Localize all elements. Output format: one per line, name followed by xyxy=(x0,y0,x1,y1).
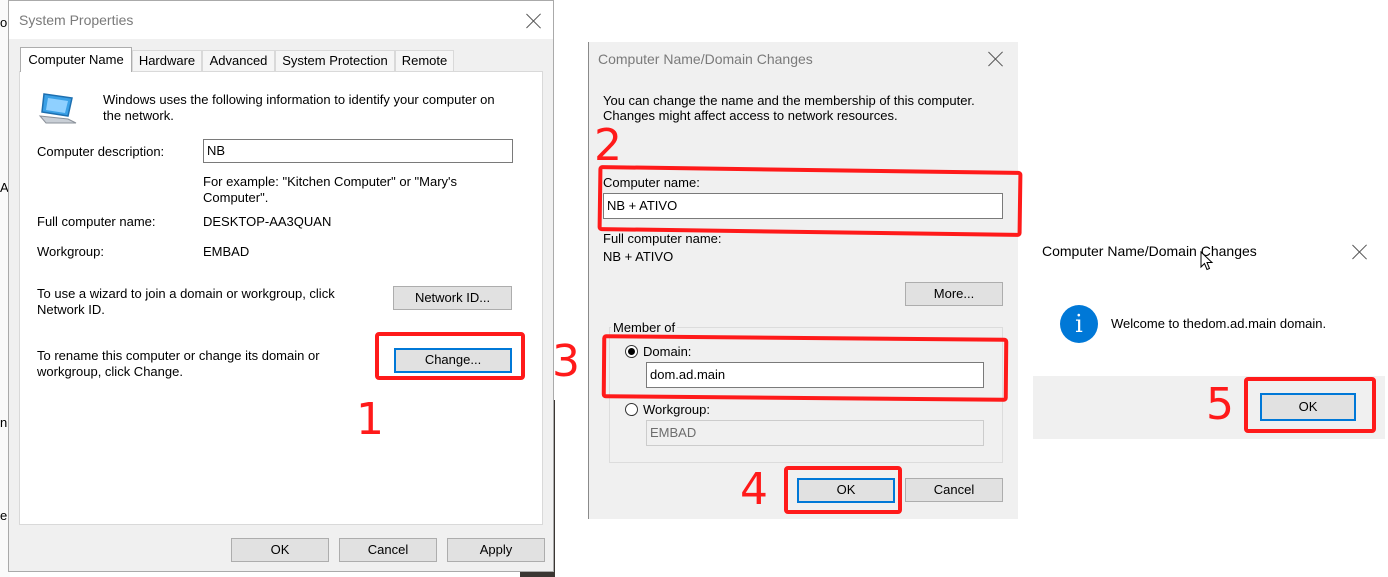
tab-panel: Windows uses the following information t… xyxy=(19,71,543,525)
mouse-cursor-icon xyxy=(1200,250,1214,271)
intro-text: the network. xyxy=(103,108,174,123)
workgroup-radio[interactable] xyxy=(625,403,638,416)
full-name-value: NB + ATIVO xyxy=(603,249,674,264)
tab-hardware[interactable]: Hardware xyxy=(132,50,202,71)
apply-button[interactable]: Apply xyxy=(447,538,545,562)
full-name-label: Full computer name: xyxy=(37,214,156,229)
domain-changes-window: Computer Name/Domain Changes You can cha… xyxy=(588,42,1018,519)
workgroup-input[interactable]: EMBAD xyxy=(646,420,984,446)
workgroup-label: Workgroup: xyxy=(643,402,710,417)
tab-remote[interactable]: Remote xyxy=(395,50,454,71)
cancel-button[interactable]: Cancel xyxy=(339,538,437,562)
welcome-prefix: Welcome to the xyxy=(1111,316,1202,331)
member-of-label: Member of xyxy=(611,320,678,335)
example-text: For example: "Kitchen Computer" or "Mary… xyxy=(203,174,458,189)
annotation-step-1: 1 xyxy=(356,394,384,445)
annotation-box-3 xyxy=(601,334,1009,402)
description-label: Computer description: xyxy=(37,144,165,159)
network-id-text: To use a wizard to join a domain or work… xyxy=(37,286,335,301)
welcome-domain: dom.ad.main xyxy=(1201,316,1277,331)
annotation-box-5 xyxy=(1244,377,1376,433)
system-properties-window: System Properties Computer Name Hardware… xyxy=(8,0,554,572)
more-button[interactable]: More... xyxy=(905,282,1003,306)
annotation-step-5: 5 xyxy=(1206,379,1234,430)
rename-text: To rename this computer or change its do… xyxy=(37,348,320,363)
network-id-text: Network ID. xyxy=(37,302,105,317)
rename-text: workgroup, click Change. xyxy=(37,364,183,379)
close-icon[interactable] xyxy=(1352,244,1368,260)
info-text: Changes might affect access to network r… xyxy=(603,108,898,123)
close-icon[interactable] xyxy=(526,13,542,29)
dialog-title: Computer Name/Domain Changes xyxy=(1042,243,1257,259)
tab-advanced[interactable]: Advanced xyxy=(202,50,275,71)
computer-description-input[interactable]: NB xyxy=(203,139,513,163)
network-id-button[interactable]: Network ID... xyxy=(393,286,512,310)
full-name-label: Full computer name: xyxy=(603,231,722,246)
ok-button[interactable]: OK xyxy=(231,538,329,562)
annotation-step-4: 4 xyxy=(740,464,768,515)
annotation-box-1 xyxy=(375,332,525,380)
window-title: Computer Name/Domain Changes xyxy=(598,51,813,67)
intro-text: Windows uses the following information t… xyxy=(103,92,495,107)
annotation-step-2: 2 xyxy=(594,120,622,171)
cancel-button[interactable]: Cancel xyxy=(905,478,1003,502)
full-name-value: DESKTOP-AA3QUAN xyxy=(203,214,332,229)
tab-system-protection[interactable]: System Protection xyxy=(275,50,395,71)
annotation-box-2 xyxy=(597,165,1023,237)
workgroup-label: Workgroup: xyxy=(37,244,104,259)
close-icon[interactable] xyxy=(988,51,1004,67)
info-icon: i xyxy=(1060,305,1098,343)
annotation-step-3: 3 xyxy=(552,336,580,387)
computer-icon xyxy=(38,90,80,126)
workgroup-value: EMBAD xyxy=(203,244,250,259)
tab-computer-name[interactable]: Computer Name xyxy=(20,47,132,72)
example-text: Computer". xyxy=(203,190,269,205)
annotation-box-4 xyxy=(784,466,902,514)
welcome-suffix: domain. xyxy=(1276,316,1327,331)
welcome-message: Welcome to thedom.ad.main domain. xyxy=(1111,316,1326,331)
window-title: System Properties xyxy=(19,12,134,28)
info-text: You can change the name and the membersh… xyxy=(603,93,975,108)
